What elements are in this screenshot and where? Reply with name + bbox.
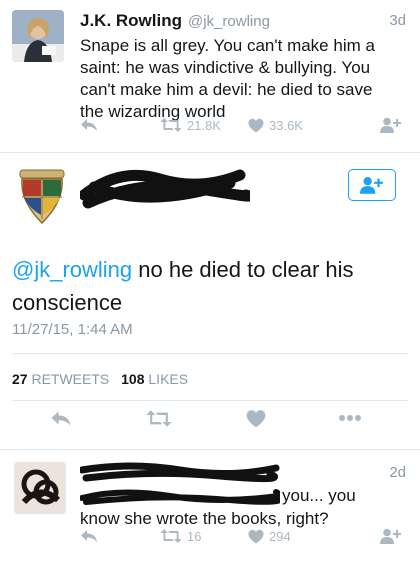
tweet-jk-rowling: J.K. Rowling @jk_rowling 3d Snape is all … <box>0 0 420 150</box>
tweet-text-line2: know she wrote the books, right? <box>80 509 329 528</box>
follow-icon <box>360 177 383 194</box>
engagement-stats: 27 RETWEETS 108 LIKES <box>12 371 188 387</box>
like-total: 108 <box>121 371 145 387</box>
tweet-reply: 2d you... you know she wrote the books, … <box>0 450 420 573</box>
follow-icon <box>380 117 401 133</box>
retweet-icon <box>160 118 182 132</box>
reply-icon <box>51 410 71 426</box>
retweet-button[interactable]: 16 <box>160 528 201 544</box>
avatar[interactable] <box>14 462 66 514</box>
redacted-username-scribble <box>80 462 280 483</box>
like-count: 294 <box>269 528 291 544</box>
divider <box>12 400 408 401</box>
reply-button[interactable] <box>80 528 98 544</box>
like-button[interactable] <box>246 409 266 428</box>
avatar[interactable] <box>12 10 64 62</box>
divider <box>12 353 408 354</box>
reply-button[interactable] <box>50 409 72 428</box>
redacted-text-scribble <box>80 489 280 505</box>
follow-button[interactable] <box>348 169 396 201</box>
like-button[interactable]: 294 <box>248 529 291 544</box>
more-icon <box>339 415 361 421</box>
tweet-text: Snape is all grey. You can't make him a … <box>80 36 375 121</box>
like-button[interactable]: 33.6K <box>248 118 303 133</box>
likes-label: LIKES <box>144 371 189 387</box>
heart-icon <box>246 409 266 427</box>
tweet-header: J.K. Rowling @jk_rowling <box>80 11 270 31</box>
follow-button[interactable] <box>380 117 402 133</box>
retweet-icon <box>160 529 182 543</box>
tweet-text-line1: you... you <box>282 486 356 505</box>
retweet-count: 21.8K <box>187 117 221 133</box>
tweet-text: @jk_rowling no he died to clear his cons… <box>12 253 402 319</box>
reply-button[interactable] <box>80 117 98 133</box>
mention-link[interactable]: @jk_rowling <box>12 257 132 282</box>
tweet-time[interactable]: 2d <box>389 464 406 481</box>
more-button[interactable] <box>338 414 362 422</box>
tweet-expanded: @jk_rowling no he died to clear his cons… <box>0 153 420 453</box>
tweet-time[interactable]: 3d <box>389 12 406 29</box>
redacted-username-scribble <box>80 169 250 209</box>
tweet-timestamp[interactable]: 11/27/15, 1:44 AM <box>12 321 133 338</box>
retweet-button[interactable] <box>146 409 172 428</box>
retweet-total: 27 <box>12 371 28 387</box>
likes-stat[interactable]: 108 LIKES <box>121 371 188 387</box>
author-name[interactable]: J.K. Rowling <box>80 11 182 30</box>
heart-icon <box>248 529 264 543</box>
author-handle[interactable]: @jk_rowling <box>188 13 270 30</box>
follow-icon <box>380 528 401 544</box>
retweets-label: RETWEETS <box>27 371 110 387</box>
like-count: 33.6K <box>269 117 303 133</box>
follow-button[interactable] <box>380 528 402 544</box>
retweets-stat[interactable]: 27 RETWEETS <box>12 371 109 387</box>
retweet-button[interactable]: 21.8K <box>160 117 221 133</box>
heart-icon <box>248 118 264 132</box>
avatar[interactable] <box>12 167 72 229</box>
reply-icon <box>81 530 97 542</box>
retweet-icon <box>146 409 172 427</box>
reply-icon <box>81 119 97 131</box>
retweet-count: 16 <box>187 528 202 544</box>
